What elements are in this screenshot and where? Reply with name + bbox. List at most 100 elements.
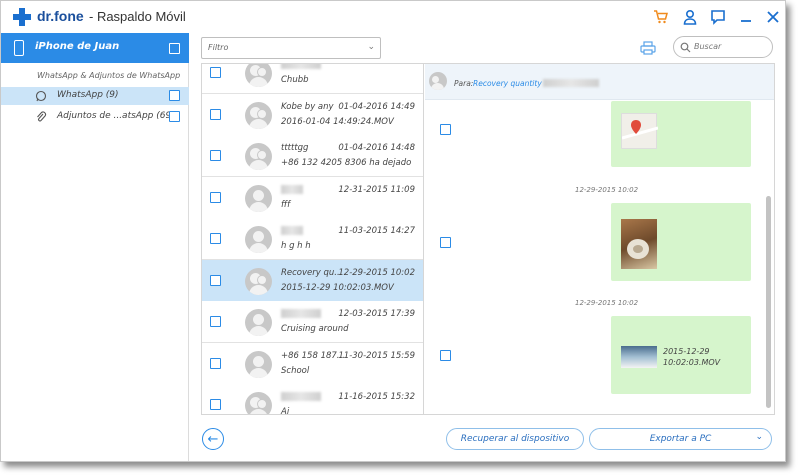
- conversation-name: Recovery qu...: [281, 267, 343, 278]
- filter-dropdown[interactable]: Filtro ⌄: [201, 37, 381, 59]
- conversation-list: Chubb Kobe by any 01-04-2016 14:49 2016-01-…: [202, 64, 424, 414]
- conversation-date: 11-03-2015 14:27: [338, 226, 415, 236]
- conversation-row[interactable]: 11-03-2015 14:27 h g h h: [202, 218, 423, 260]
- conversation-row[interactable]: tttttgg 01-04-2016 14:48 +86 132 4205 8306…: [202, 135, 423, 177]
- message-timestamp: 12-29-2015 10:02: [575, 186, 639, 194]
- conversation-checkbox[interactable]: [210, 274, 221, 286]
- group-avatar: [245, 101, 272, 129]
- conversation-name: +86 158 187...: [281, 350, 345, 361]
- conversation-checkbox[interactable]: [210, 191, 221, 203]
- sidebar-item-label: WhatsApp (9): [57, 90, 119, 100]
- message-checkbox[interactable]: [440, 237, 451, 248]
- conversation-preview: Chubb: [281, 75, 309, 85]
- conversation-name: Kobe by any: [281, 101, 334, 112]
- recover-to-device-button[interactable]: Recuperar al dispositivo: [446, 428, 584, 450]
- toolbar: Filtro ⌄ Buscar: [190, 33, 785, 63]
- video-caption-date: 2015-12-29: [663, 347, 710, 356]
- sidebar-item-whatsapp[interactable]: WhatsApp (9): [1, 87, 189, 105]
- conversation-checkbox[interactable]: [210, 108, 221, 120]
- message-checkbox[interactable]: [440, 350, 451, 361]
- conversation-name: [281, 184, 303, 195]
- to-recipient: Recovery quantity: [473, 79, 542, 88]
- conversation-checkbox[interactable]: [210, 399, 221, 410]
- photo-thumbnail[interactable]: [621, 219, 657, 269]
- sidebar-item-attachments[interactable]: Adjuntos de ...atsApp (69): [1, 108, 189, 126]
- conversation-preview: +86 132 4205 8306 ha dejado: [281, 158, 412, 168]
- video-caption-time: 10:02:03.MOV: [663, 358, 721, 367]
- conversation-name: [281, 64, 321, 70]
- conversation-row[interactable]: Recovery qu... 12-29-2015 10:02 2015-12-29…: [202, 259, 423, 302]
- group-avatar: [245, 392, 272, 414]
- message-timestamp: 12-29-2015 10:02: [575, 299, 639, 307]
- conversation-preview: Cruising around: [281, 324, 349, 334]
- back-button[interactable]: ←: [202, 428, 224, 450]
- close-icon[interactable]: [764, 8, 782, 26]
- group-avatar: [245, 143, 272, 170]
- chat-scrollbar[interactable]: [766, 196, 771, 408]
- conversation-row[interactable]: +86 158 187... 11-30-2015 15:59 School: [202, 342, 423, 385]
- conversation-preview: School: [281, 365, 310, 376]
- conversation-preview: 2015-12-29 10:02:03.MOV: [281, 282, 394, 293]
- conversation-checkbox[interactable]: [210, 150, 221, 161]
- conversation-checkbox[interactable]: [210, 357, 221, 369]
- chevron-down-icon: ⌄: [367, 42, 375, 52]
- conversation-checkbox[interactable]: [210, 67, 221, 78]
- conversation-checkbox[interactable]: [210, 233, 221, 244]
- contact-avatar: [245, 350, 272, 378]
- content-panel: Chubb Kobe by any 01-04-2016 14:49 2016-01-…: [201, 63, 775, 415]
- export-to-pc-button[interactable]: Exportar a PC ⌄: [589, 428, 772, 450]
- map-thumbnail[interactable]: [621, 113, 659, 149]
- group-avatar: [245, 64, 272, 87]
- section-label: WhatsApp & Adjuntos de WhatsApp: [37, 71, 181, 80]
- device-checkbox[interactable]: [169, 43, 180, 54]
- device-header[interactable]: iPhone de Juan: [1, 33, 189, 63]
- conversation-row[interactable]: 11-16-2015 15:32 Aj: [202, 384, 423, 414]
- window-title: - Raspaldo Móvil: [89, 9, 186, 24]
- sidebar-item-checkbox[interactable]: [169, 90, 180, 101]
- video-thumbnail[interactable]: [621, 346, 657, 368]
- conversation-row[interactable]: 12-31-2015 11:09 fff: [202, 176, 423, 219]
- device-name: iPhone de Juan: [35, 41, 120, 52]
- filter-placeholder: Filtro: [208, 43, 229, 52]
- phone-icon: [14, 40, 24, 56]
- to-label: Para:: [454, 79, 474, 88]
- user-icon[interactable]: [681, 8, 699, 26]
- conversation-preview: fff: [281, 199, 291, 210]
- conversation-date: 12-31-2015 11:09: [338, 184, 415, 195]
- message-bubble: [611, 101, 751, 167]
- contact-avatar: [429, 72, 447, 90]
- sidebar-item-checkbox[interactable]: [169, 111, 180, 122]
- conversation-row[interactable]: 12-03-2015 17:39 Cruising around: [202, 301, 423, 343]
- message-bubble: 2015-12-29 10:02:03.MOV: [611, 316, 751, 394]
- chat-header: Para: Recovery quantity: [425, 64, 774, 100]
- group-avatar: [245, 267, 272, 295]
- print-icon[interactable]: [640, 40, 656, 55]
- minimize-icon[interactable]: [737, 8, 755, 26]
- conversation-date: 12-29-2015 10:02: [338, 267, 415, 278]
- message-checkbox[interactable]: [440, 124, 451, 135]
- conversation-checkbox[interactable]: [210, 316, 221, 327]
- title-bar: dr.fone - Raspaldo Móvil: [1, 1, 785, 33]
- bottom-bar: ← Recuperar al dispositivo Exportar a PC…: [190, 415, 785, 461]
- search-input[interactable]: Buscar: [673, 36, 773, 58]
- contact-avatar: [245, 184, 272, 212]
- message-bubble: [611, 203, 751, 281]
- arrow-left-icon: ←: [207, 431, 219, 447]
- whatsapp-icon: [35, 90, 47, 102]
- chat-panel: Para: Recovery quantity 12-29-2015 10:02…: [425, 64, 774, 414]
- conversation-name: tttttgg: [281, 143, 309, 153]
- search-placeholder: Buscar: [694, 42, 722, 51]
- conversation-name: [281, 309, 321, 319]
- conversation-preview: 2016-01-04 14:49:24.MOV: [281, 116, 394, 127]
- conversation-preview: Aj: [281, 407, 290, 414]
- blurred-recipient: [543, 79, 599, 87]
- conversation-row[interactable]: Chubb: [202, 64, 423, 94]
- feedback-icon[interactable]: [709, 8, 727, 26]
- drfone-logo-icon: [13, 8, 31, 26]
- cart-icon[interactable]: [652, 8, 670, 26]
- sidebar-item-label: Adjuntos de ...atsApp (69): [57, 111, 175, 121]
- conversation-date: 01-04-2016 14:48: [338, 143, 415, 153]
- export-label: Exportar a PC: [649, 434, 712, 444]
- conversation-name: [281, 226, 303, 236]
- conversation-row[interactable]: Kobe by any 01-04-2016 14:49 2016-01-04 14…: [202, 93, 423, 136]
